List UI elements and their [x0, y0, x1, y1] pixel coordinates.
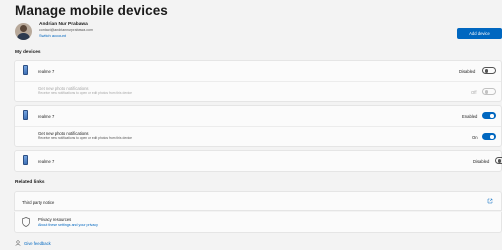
phone-icon [23, 65, 28, 75]
device-card: realme 7 Disabled Get new photo notifica… [14, 60, 502, 102]
device-name: realme 7 [38, 113, 55, 119]
give-feedback-label: Give feedback [24, 240, 51, 246]
feedback-icon [15, 240, 21, 246]
phone-icon [23, 155, 28, 165]
device-toggle[interactable] [495, 157, 502, 164]
privacy-settings-link[interactable]: About these settings and your privacy [38, 223, 98, 227]
device-card: realme 7 Disabled [14, 150, 502, 172]
notification-state-label: On [472, 135, 478, 140]
phone-icon [23, 110, 28, 120]
page-title: Manage mobile devices [15, 3, 168, 18]
notification-row: Get new photo notifications Receive new … [15, 126, 501, 146]
avatar [15, 23, 32, 40]
switch-account-link[interactable]: Switch account [39, 33, 93, 39]
device-state-label: Enabled [462, 113, 478, 119]
device-name: realme 7 [38, 68, 55, 74]
device-row[interactable]: realme 7 Disabled [15, 151, 502, 171]
external-link-icon [487, 198, 493, 204]
third-party-notice-label: Third party notice [22, 200, 55, 205]
device-row[interactable]: realme 7 Enabled [15, 106, 501, 126]
privacy-resources-title: Privacy resources [38, 217, 72, 222]
account-block: Andrian Nur Prabawa contact@andriannurpr… [15, 22, 93, 42]
notification-state-label: Off [471, 90, 477, 95]
notification-toggle[interactable] [482, 133, 496, 140]
device-state-label: Disabled [459, 68, 476, 74]
device-toggle[interactable] [482, 67, 496, 74]
give-feedback-link[interactable]: Give feedback [15, 240, 51, 246]
device-toggle[interactable] [482, 112, 496, 119]
device-state-label: Disabled [473, 158, 490, 164]
notification-row: Get new photo notifications Receive new … [15, 81, 501, 101]
related-links-heading: Related links [15, 180, 45, 185]
add-device-button[interactable]: Add device [457, 28, 502, 39]
third-party-notice-link[interactable]: Third party notice [14, 191, 502, 211]
notification-description: Receive new notifications to open or edi… [38, 91, 133, 95]
shield-icon [22, 217, 30, 227]
notification-description: Receive new notifications to open or edi… [38, 136, 133, 140]
privacy-resources-card: Privacy resources About these settings a… [14, 212, 502, 233]
device-card: realme 7 Enabled Get new photo notificat… [14, 105, 502, 147]
my-devices-heading: My devices [15, 50, 41, 55]
device-name: realme 7 [38, 158, 55, 164]
notification-toggle[interactable] [482, 88, 496, 95]
device-row[interactable]: realme 7 Disabled [15, 61, 501, 81]
